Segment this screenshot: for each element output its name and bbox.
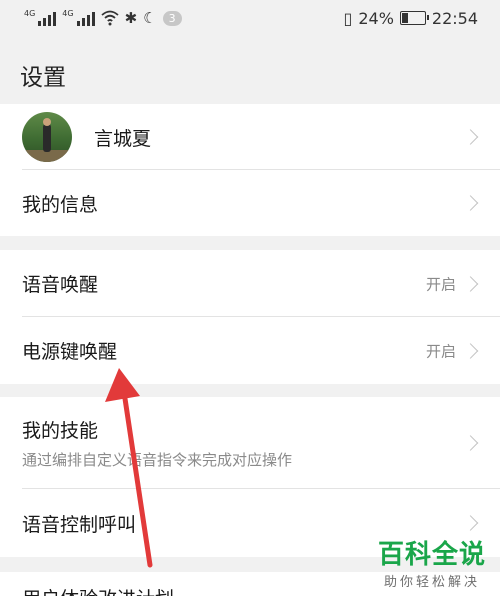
experience-plan-label: 用户体验改进计划 (22, 584, 174, 596)
profile-name: 言城夏 (94, 127, 152, 150)
vibrate-icon: ▯ (343, 8, 353, 28)
power-key-wake-label: 电源键唤醒 (22, 341, 118, 363)
signal-tag: 4G (62, 9, 74, 18)
status-bar: 4G 4G ✱ ☾ 3 ▯ 24% 22:54 (0, 0, 500, 36)
power-key-wake-row[interactable]: 电源键唤醒 开启 (0, 317, 500, 384)
my-info-row[interactable]: 我的信息 (0, 170, 500, 236)
wake-group: 语音唤醒 开启 电源键唤醒 开启 (0, 250, 500, 384)
my-info-label: 我的信息 (22, 193, 99, 216)
status-right: ▯ 24% 22:54 (344, 9, 478, 28)
clock: 22:54 (431, 8, 478, 28)
moon-icon: ☾ (143, 9, 157, 27)
voice-call-label: 语音控制呼叫 (22, 513, 137, 536)
watermark-title: 百科全说 (377, 540, 486, 570)
page-title: 设置 (20, 65, 66, 91)
account-group: 言城夏 我的信息 (0, 104, 500, 236)
voice-wake-value: 开启 (425, 275, 456, 293)
watermark: 百科全说 助你轻松解决 (378, 534, 486, 590)
status-left: 4G 4G ✱ ☾ 3 (24, 9, 182, 27)
my-skills-description: 通过编排自定义语音指令来完成对应操作 (22, 451, 293, 469)
avatar (22, 112, 72, 162)
wifi-icon (101, 10, 119, 26)
power-key-wake-value: 开启 (425, 342, 456, 360)
bluetooth-icon: ✱ (124, 9, 138, 27)
voice-wake-row[interactable]: 语音唤醒 开启 (0, 250, 500, 317)
notification-badge: 3 (162, 10, 182, 26)
profile-row[interactable]: 言城夏 (0, 104, 500, 170)
signal-icon: 4G (62, 9, 95, 26)
chevron-right-icon (462, 515, 479, 531)
chevron-right-icon (462, 342, 479, 359)
signal-tag: 4G (24, 9, 36, 18)
my-skills-label: 我的技能 (22, 420, 99, 442)
voice-wake-label: 语音唤醒 (22, 274, 99, 296)
my-skills-row[interactable]: 我的技能 通过编排自定义语音指令来完成对应操作 (0, 397, 500, 489)
signal-icon: 4G (24, 9, 57, 26)
chevron-right-icon (462, 129, 479, 145)
chevron-right-icon (462, 435, 479, 451)
chevron-right-icon (462, 275, 479, 292)
watermark-subtitle: 助你轻松解决 (383, 575, 480, 590)
battery-percent: 24% (358, 8, 394, 28)
battery-icon (399, 11, 429, 25)
chevron-right-icon (462, 195, 479, 211)
skills-group: 我的技能 通过编排自定义语音指令来完成对应操作 语音控制呼叫 (0, 397, 500, 557)
